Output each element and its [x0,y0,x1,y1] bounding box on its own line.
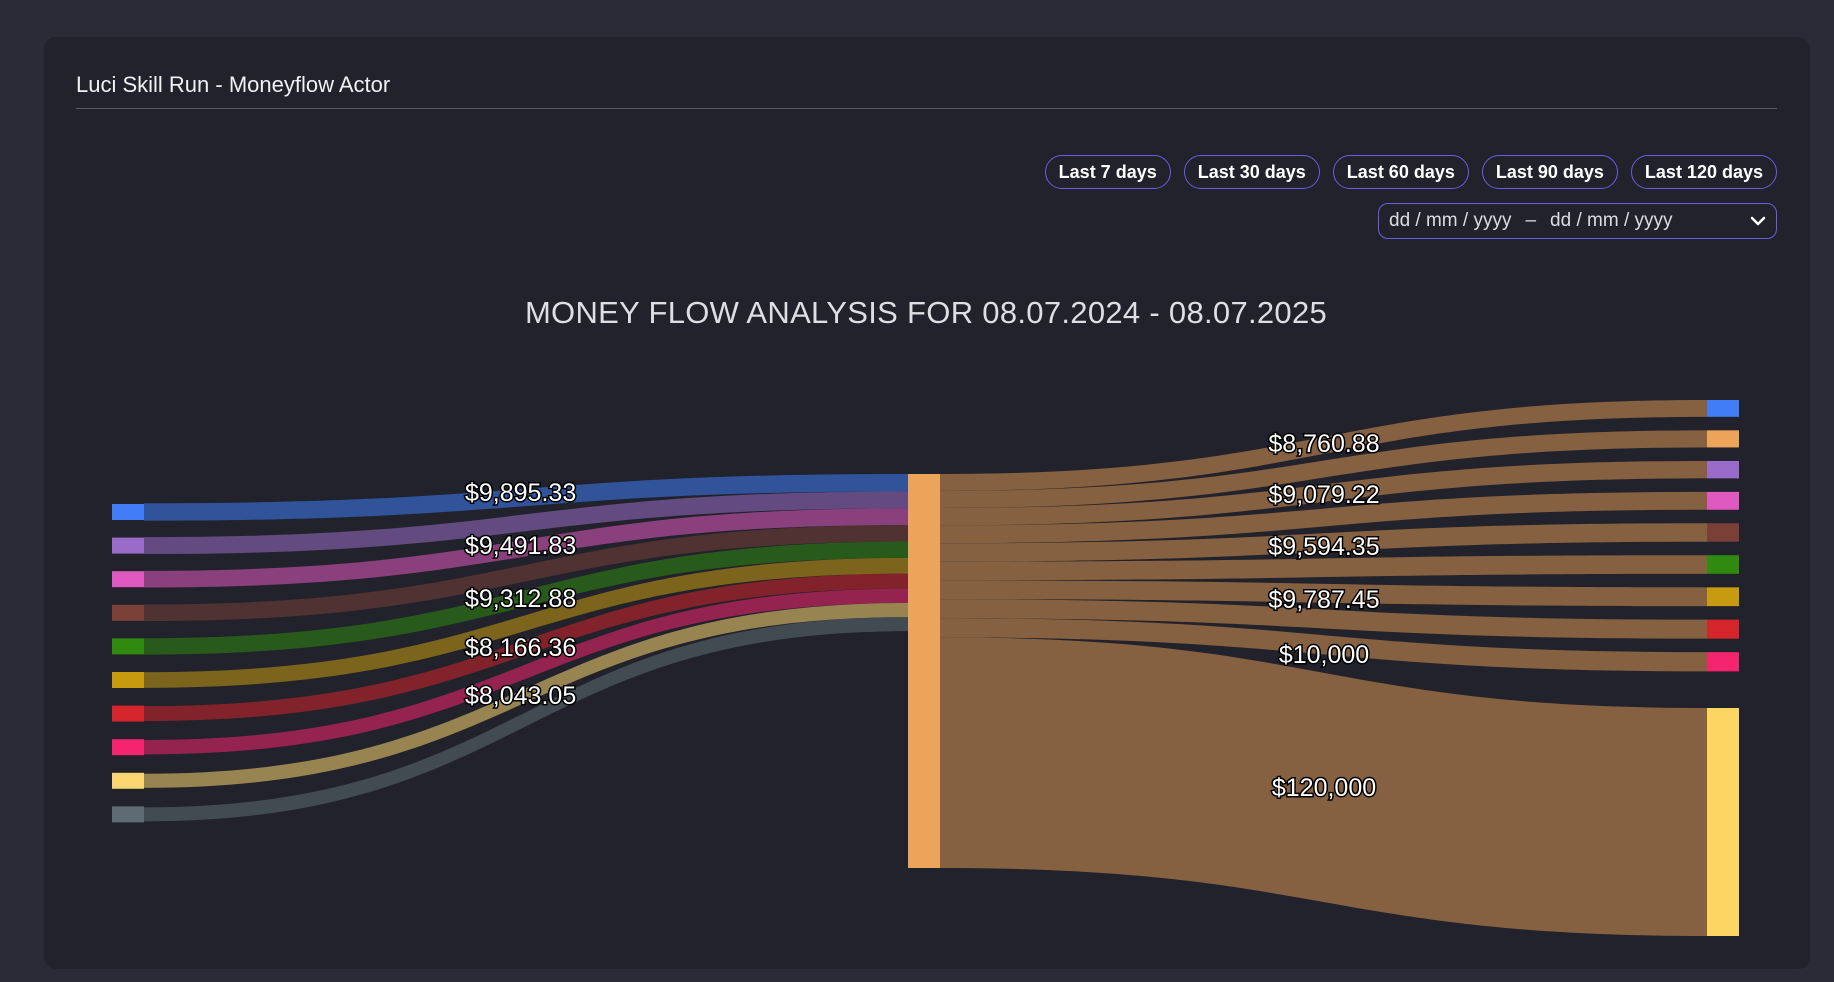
inflow-node [112,739,144,756]
inflow-value-label: $8,043.05 [465,682,576,710]
outflow-value-label: $9,079.22 [1268,481,1379,509]
outflow-value-label: $8,760.88 [1268,430,1379,458]
outflow-node [1707,619,1739,639]
outflow-value-label: $10,000 [1279,641,1369,669]
outflow-node [1707,587,1739,607]
inflow-value-label: $9,312.88 [465,585,576,613]
outflow-node [1707,708,1739,936]
outflow-node [1707,491,1739,510]
inflow-value-label: $9,895.33 [465,479,576,507]
inflow-node [112,672,144,688]
inflow-node [112,705,144,722]
inflow-node [112,604,144,621]
inflow-node [112,571,144,588]
outflow-node [1707,523,1739,542]
sankey-chart: $9,895.33 $9,491.83 $9,312.88 $8,166.36 $8,0… [112,400,1739,936]
inflow-node [112,772,144,789]
inflow-node [112,504,144,520]
inflow-node [112,537,144,554]
inflow-node [112,638,144,655]
outflow-value-label: $9,594.35 [1268,533,1379,561]
center-node [908,474,940,868]
outflow-node [1707,430,1739,448]
outflow-value-label: $9,787.45 [1268,586,1379,614]
outflow-node [1707,460,1739,479]
outflow-node [1707,400,1739,417]
outflow-node [1707,652,1739,672]
inflow-value-label: $9,491.83 [465,532,576,560]
outflow-node [1707,555,1739,574]
inflow-value-label: $8,166.36 [465,634,576,662]
outflow-value-label: $120,000 [1272,774,1376,802]
inflow-node [112,806,144,823]
